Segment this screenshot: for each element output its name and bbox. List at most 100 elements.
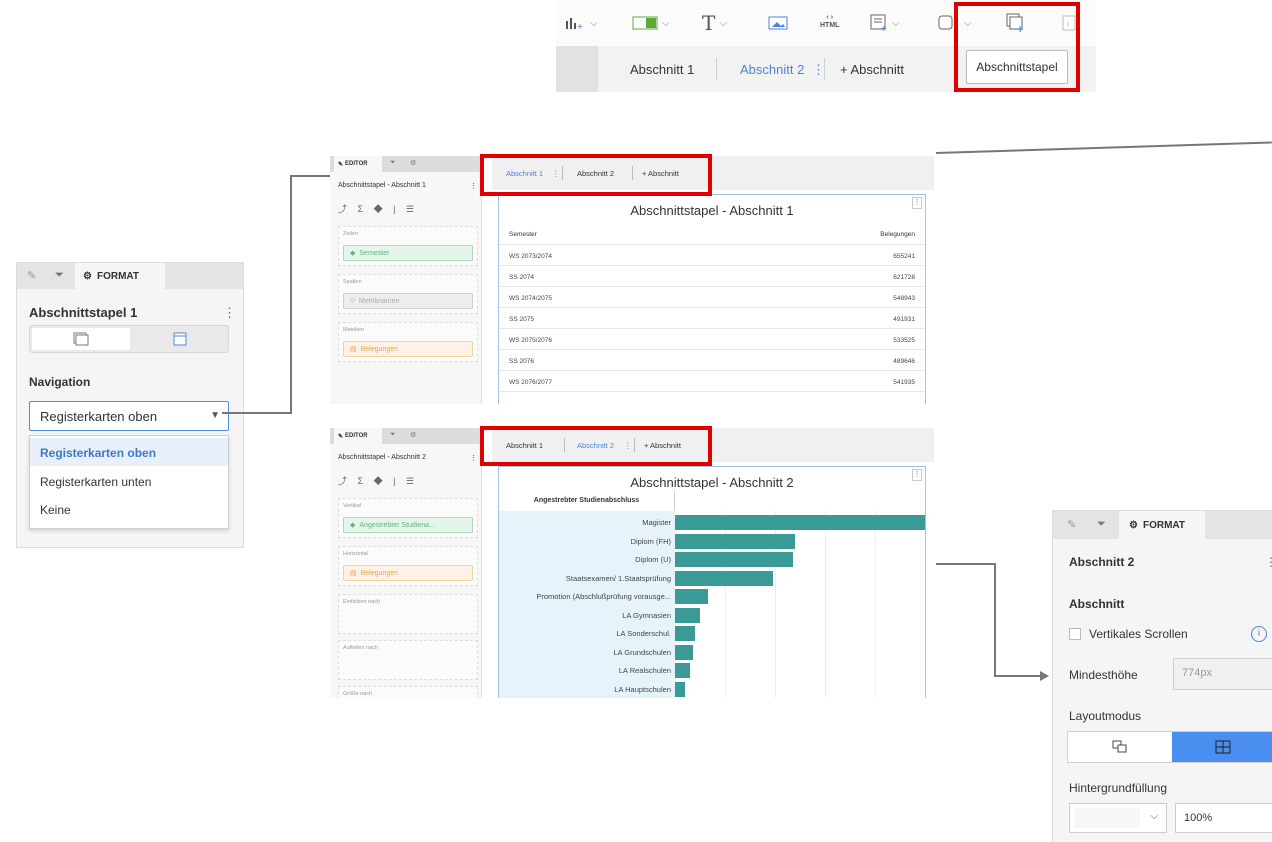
stack-type-single-button[interactable] [132, 328, 228, 350]
well-horizontal[interactable]: Horizontal ▤ Belegungen [338, 546, 478, 586]
kebab-icon[interactable]: ⋮ [223, 305, 236, 321]
field-pill-metriknamen[interactable]: ⬦ Metriknamen [343, 293, 473, 309]
well-label: Zeilen [343, 231, 358, 237]
connector-line [994, 675, 1042, 677]
vertical-scroll-label: Vertikales Scrollen [1089, 627, 1188, 641]
info-icon[interactable]: i [1251, 626, 1267, 642]
pencil-icon[interactable]: ✎ [27, 269, 36, 282]
navigation-label: Navigation [29, 375, 91, 389]
option-registerkarten-unten[interactable]: Registerkarten unten [30, 467, 228, 495]
layout-grid-icon [1215, 740, 1231, 754]
panel-title: Abschnittstapel 1 [29, 305, 138, 320]
table-frame: ⋮ Abschnittstapel - Abschnitt 1 Semester… [498, 194, 926, 404]
html-icon[interactable]: ‹ › HTML [820, 14, 839, 36]
min-height-input[interactable]: 774px [1173, 658, 1272, 690]
tab-format[interactable]: ⚙ FORMAT [1119, 511, 1205, 539]
category-label: LA Gymnasien [622, 610, 671, 620]
pencil-icon[interactable]: ✎ [1067, 518, 1076, 531]
col-header-belegungen[interactable]: Belegungen [880, 231, 915, 238]
category-label: LA Realschulen [618, 666, 671, 675]
well-vertikal[interactable]: Vertikal ◆ Angestrebter Studiena... [338, 498, 478, 538]
bar[interactable] [675, 663, 690, 678]
navigation-dropdown[interactable]: Registerkarten oben ▼ [29, 401, 229, 431]
well-zeilen[interactable]: Zeilen ◆ Semester [338, 226, 478, 266]
background-color-picker[interactable]: ⌵ [1069, 803, 1167, 833]
image-icon[interactable] [768, 12, 788, 34]
tab-format[interactable]: ⚙ FORMAT [75, 263, 165, 289]
filter-icon[interactable]: ⏷ [390, 159, 396, 167]
bar[interactable] [675, 515, 925, 530]
bar[interactable] [675, 607, 700, 623]
stack-type-tabs-button[interactable] [32, 328, 130, 350]
option-keine[interactable]: Keine [30, 495, 228, 523]
tab-abschnitt-2[interactable]: Abschnitt 2 [740, 62, 804, 77]
gear-icon[interactable]: ⚙ [410, 159, 416, 167]
cell: 489646 [893, 358, 915, 365]
connector-line [290, 175, 292, 414]
category-label: LA Hauptschulen [614, 684, 671, 694]
shape-icon[interactable] [938, 12, 954, 34]
pencil-icon: ✎ [338, 161, 344, 168]
highlight-box-tabs-2 [480, 426, 712, 466]
well-aufteilen[interactable]: Aufteilen nach [338, 640, 478, 680]
tab-editor[interactable]: ✎ EDITOR [334, 156, 382, 172]
color-swatch [1074, 808, 1140, 828]
chart-axis-header[interactable]: Angestrebter Studienabschluss [499, 491, 675, 511]
gear-icon[interactable]: ⚙ [410, 431, 416, 439]
table-row: WS 2076/2077 541935 [499, 371, 925, 392]
opacity-input[interactable]: 100% [1175, 803, 1272, 833]
panel-add-icon[interactable]: + ⌵ [870, 12, 900, 34]
well-label: Metriken [343, 327, 365, 333]
editor-tools[interactable]: ⤴ Σ ◆ | ☰ [338, 202, 418, 215]
editor-tools[interactable]: ⤴ Σ ◆ | ☰ [338, 474, 418, 487]
option-registerkarten-oben[interactable]: Registerkarten oben [30, 438, 228, 466]
layout-free-button[interactable] [1068, 732, 1172, 762]
chart-add-icon[interactable]: + ⌵ [564, 12, 598, 34]
bar[interactable] [675, 626, 695, 641]
svg-text:+: + [577, 22, 583, 31]
editor-title: Abschnittstapel - Abschnitt 1 [338, 182, 426, 189]
connector-line [222, 412, 292, 414]
cell: 621728 [893, 274, 915, 281]
filter-control-icon[interactable]: ⌵ [632, 12, 670, 34]
bar[interactable] [675, 589, 708, 604]
field-pill-belegungen[interactable]: ▤ Belegungen [343, 341, 473, 357]
gear-icon: ⚙ [1129, 519, 1138, 531]
vertical-scroll-checkbox[interactable] [1069, 628, 1081, 640]
bar[interactable] [675, 644, 693, 660]
filter-icon[interactable]: ⏷ [1097, 518, 1106, 531]
cell: SS 2075 [509, 316, 534, 323]
field-pill-semester[interactable]: ◆ Semester [343, 245, 473, 261]
kebab-icon[interactable]: ⋮ [470, 182, 477, 190]
well-spalten[interactable]: Spalten ⬦ Metriknamen [338, 274, 478, 314]
layout-grid-button[interactable] [1172, 732, 1272, 762]
bar[interactable] [675, 552, 793, 567]
kebab-icon[interactable]: ⋮ [470, 454, 477, 462]
stacked-tabs-icon [73, 332, 89, 346]
well-einfaerben[interactable]: Einfärben nach [338, 594, 478, 634]
well-groesse[interactable]: Größe nach [338, 686, 478, 698]
tab-abschnitt-1[interactable]: Abschnitt 1 [630, 62, 694, 77]
html-icon-label: HTML [820, 22, 840, 29]
gear-icon: ⚙ [83, 270, 92, 282]
category-label: LA Grundschulen [613, 647, 671, 657]
table-row: SS 2076 489646 [499, 350, 925, 371]
tag-icon: ⬦ [350, 297, 355, 304]
bar[interactable] [675, 533, 795, 549]
filter-icon[interactable]: ⏷ [55, 269, 64, 282]
text-icon[interactable]: T ⌵ [702, 11, 727, 35]
tab-editor[interactable]: ✎ EDITOR [334, 428, 382, 444]
chevron-down-icon: ⌵ [1150, 811, 1158, 822]
col-header-semester[interactable]: Semester [509, 231, 537, 238]
category-label: Promotion (Abschlußprüfung vorausge... [536, 592, 671, 601]
bar[interactable] [675, 570, 773, 586]
tab-editor-label: EDITOR [345, 433, 368, 439]
bar[interactable] [675, 681, 685, 697]
filter-icon[interactable]: ⏷ [390, 431, 396, 439]
well-metriken[interactable]: Metriken ▤ Belegungen [338, 322, 478, 362]
field-pill-belegungen[interactable]: ▤ Belegungen [343, 565, 473, 581]
kebab-icon[interactable]: ⋮ [1265, 555, 1272, 569]
field-pill-studienabschluss[interactable]: ◆ Angestrebter Studiena... [343, 517, 473, 533]
add-section-tab[interactable]: + Abschnitt [840, 62, 904, 77]
background-fill-label: Hintergrundfüllung [1069, 781, 1168, 795]
